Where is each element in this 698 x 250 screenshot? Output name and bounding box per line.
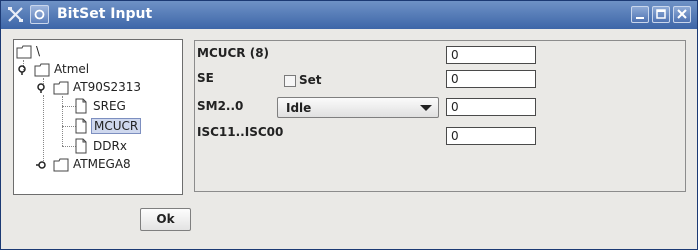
bitset-form-panel: MCUCR (8) 0 SE Set 0 SM2..0 Idle 0 ISC11…	[194, 40, 686, 192]
minimize-button[interactable]	[631, 6, 649, 23]
sm-mode-selected: Idle	[286, 101, 312, 115]
se-set-checkbox[interactable]	[284, 75, 296, 87]
expanded-toggle-icon[interactable]	[36, 83, 48, 93]
tree-node-label: Atmel	[54, 62, 90, 76]
tree-node-label: \	[36, 44, 41, 58]
title-bar[interactable]: BitSet Input	[1, 1, 697, 29]
ok-button[interactable]: Ok	[140, 208, 191, 231]
sm-value-field[interactable]: 0	[446, 98, 536, 116]
close-icon	[677, 9, 687, 19]
chevron-down-icon	[420, 105, 432, 111]
folder-icon	[53, 158, 69, 172]
folder-icon	[16, 45, 32, 59]
se-set-label[interactable]: Set	[299, 73, 322, 87]
maximize-button[interactable]	[652, 6, 670, 23]
sm-label: SM2..0	[197, 99, 244, 113]
close-button[interactable]	[673, 6, 691, 23]
tree-node-label: DDRx	[93, 139, 127, 153]
maximize-icon	[656, 9, 666, 19]
folder-icon	[53, 81, 69, 95]
tree-connector	[62, 96, 63, 146]
bitset-input-window: BitSet Input \ Atmel AT90S2313 SREG MCUC…	[0, 0, 698, 250]
se-label: SE	[197, 71, 214, 85]
minimize-icon	[636, 17, 644, 19]
file-icon	[75, 138, 87, 154]
tree-connector	[43, 95, 44, 161]
collapsed-toggle-icon[interactable]	[36, 160, 48, 170]
tree-node-label: AT90S2313	[73, 80, 142, 94]
sm-mode-dropdown[interactable]: Idle	[277, 97, 439, 118]
folder-icon	[34, 63, 50, 77]
register-tree[interactable]: \ Atmel AT90S2313 SREG MCUCR DDRx ATMEGA…	[13, 39, 183, 195]
app-tools-icon[interactable]	[6, 5, 25, 24]
file-icon	[75, 118, 87, 134]
window-title: BitSet Input	[57, 6, 153, 22]
file-icon	[75, 98, 87, 114]
isc-value-field[interactable]: 0	[446, 127, 536, 145]
expanded-toggle-icon[interactable]	[17, 65, 29, 75]
register-title: MCUCR (8)	[197, 46, 270, 60]
tree-node-label: SREG	[93, 99, 126, 113]
tree-node-label: MCUCR	[91, 118, 142, 134]
tree-node-label: ATMEGA8	[73, 157, 131, 171]
register-value-field[interactable]: 0	[446, 46, 536, 64]
system-menu-icon[interactable]	[30, 5, 49, 24]
isc-label: ISC11..ISC00	[197, 125, 284, 139]
se-value-field[interactable]: 0	[446, 70, 536, 88]
